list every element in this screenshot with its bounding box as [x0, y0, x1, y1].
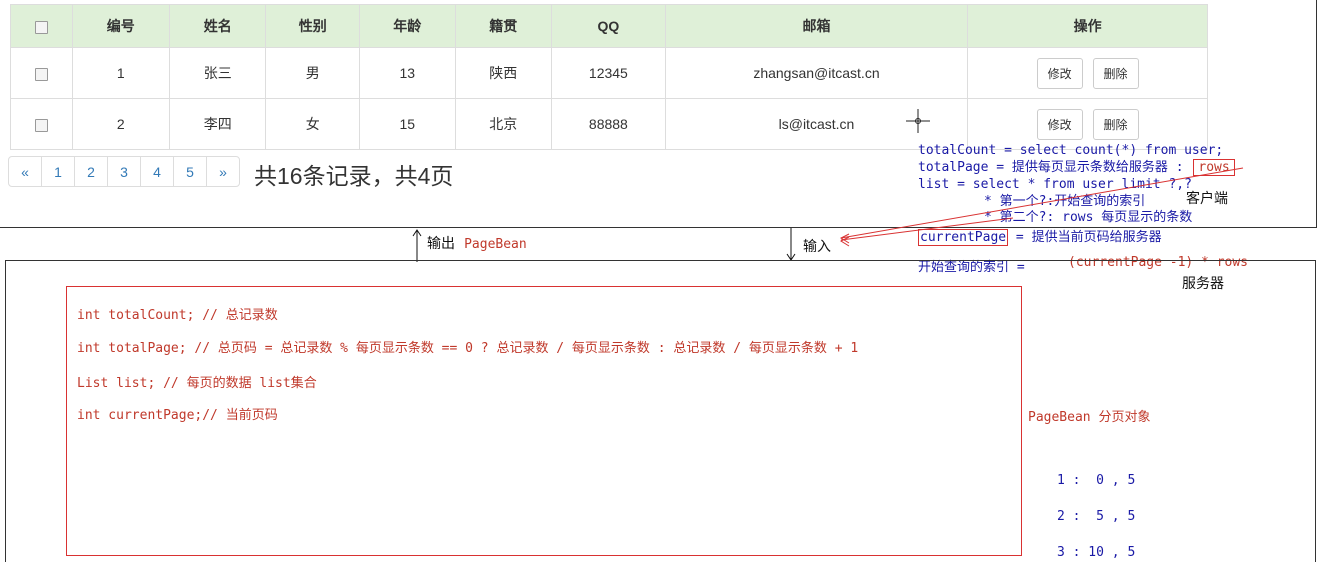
- column-header-id: 编号: [71, 4, 170, 48]
- page-offset-item: 3 : 10 , 5: [1057, 545, 1136, 560]
- cell-age: 13: [359, 47, 456, 99]
- cell-name: 李四: [168, 98, 267, 150]
- cell-qq: 12345: [551, 47, 666, 99]
- input-arrow-icon: [786, 228, 796, 261]
- column-header-hometown: 籍贯: [454, 4, 553, 48]
- input-label: 输入: [803, 239, 831, 255]
- annotation-total-count-sql: totalCount = select count(*) from user;: [918, 143, 1224, 158]
- cell-hometown: 北京: [454, 98, 553, 150]
- column-header-gender: 性别: [265, 4, 361, 48]
- pagination-page-4[interactable]: 4: [140, 156, 174, 187]
- output-annotation: 输出 PageBean: [427, 233, 527, 253]
- cell-actions: 修改 删除: [967, 98, 1208, 150]
- column-header-qq: QQ: [551, 4, 666, 48]
- edit-button[interactable]: 修改: [1036, 108, 1083, 140]
- row-checkbox[interactable]: [34, 67, 48, 81]
- cell-email: zhangsan@itcast.cn: [664, 47, 969, 99]
- delete-button[interactable]: 删除: [1092, 57, 1139, 89]
- output-pagebean: PageBean: [464, 237, 527, 252]
- cell-id: 2: [71, 98, 170, 150]
- column-header-email: 邮箱: [664, 4, 969, 48]
- edit-button[interactable]: 修改: [1036, 57, 1083, 89]
- code-line-current-page: int currentPage;// 当前页码: [77, 408, 278, 423]
- code-line-total-count: int totalCount; // 总记录数: [77, 308, 278, 323]
- pagination-next[interactable]: »: [206, 156, 240, 187]
- page-offset-item: 1 : 0 , 5: [1057, 473, 1136, 488]
- cell-actions: 修改 删除: [967, 47, 1208, 99]
- pagination-page-2[interactable]: 2: [74, 156, 108, 187]
- red-pointer-lines: [839, 167, 1244, 247]
- delete-button[interactable]: 删除: [1092, 108, 1139, 140]
- cell-age: 15: [359, 98, 456, 150]
- pagination-prev[interactable]: «: [8, 156, 42, 187]
- page-offset-list: 1 : 0 , 5 2 : 5 , 5 3 : 10 , 5: [1057, 451, 1135, 571]
- pagination-page-5[interactable]: 5: [173, 156, 207, 187]
- server-label: 服务器: [1182, 276, 1224, 292]
- cell-hometown: 陕西: [454, 47, 553, 99]
- output-arrow-icon: [412, 229, 422, 262]
- column-header-actions: 操作: [967, 4, 1208, 48]
- page-summary: 共16条记录，共4页: [254, 163, 454, 189]
- table-row: 1 张三 男 13 陕西 12345 zhangsan@itcast.cn 修改…: [10, 47, 1208, 99]
- column-header-age: 年龄: [359, 4, 456, 48]
- cell-gender: 女: [265, 98, 361, 150]
- cell-id: 1: [71, 47, 170, 99]
- pagination: « 1 2 3 4 5 »: [8, 156, 240, 188]
- crosshair-cursor-icon: [906, 109, 930, 133]
- pagination-page-1[interactable]: 1: [41, 156, 75, 187]
- page-offset-item: 2 : 5 , 5: [1057, 509, 1136, 524]
- select-all-cell: [10, 4, 73, 48]
- user-table: 编号 姓名 性别 年龄 籍贯 QQ 邮箱 操作 1 张三 男 13 陕西 123…: [10, 4, 1208, 150]
- row-select-cell: [10, 98, 73, 150]
- output-label: 输出: [427, 236, 455, 252]
- cell-gender: 男: [265, 47, 361, 99]
- pagebean-code-box: int totalCount; // 总记录数 int totalPage; /…: [66, 286, 1022, 556]
- row-checkbox[interactable]: [34, 118, 48, 132]
- pagebean-label: PageBean 分页对象: [1028, 410, 1151, 425]
- column-header-name: 姓名: [168, 4, 267, 48]
- code-line-list: List list; // 每页的数据 list集合: [77, 376, 317, 391]
- select-all-checkbox[interactable]: [34, 20, 48, 34]
- table-header-row: 编号 姓名 性别 年龄 籍贯 QQ 邮箱 操作: [10, 4, 1208, 48]
- table-row: 2 李四 女 15 北京 88888 ls@itcast.cn 修改 删除: [10, 98, 1208, 150]
- cell-name: 张三: [168, 47, 267, 99]
- pagination-page-3[interactable]: 3: [107, 156, 141, 187]
- code-line-total-page: int totalPage; // 总页码 = 总记录数 % 每页显示条数 ==…: [77, 341, 859, 356]
- cell-qq: 88888: [551, 98, 666, 150]
- row-select-cell: [10, 47, 73, 99]
